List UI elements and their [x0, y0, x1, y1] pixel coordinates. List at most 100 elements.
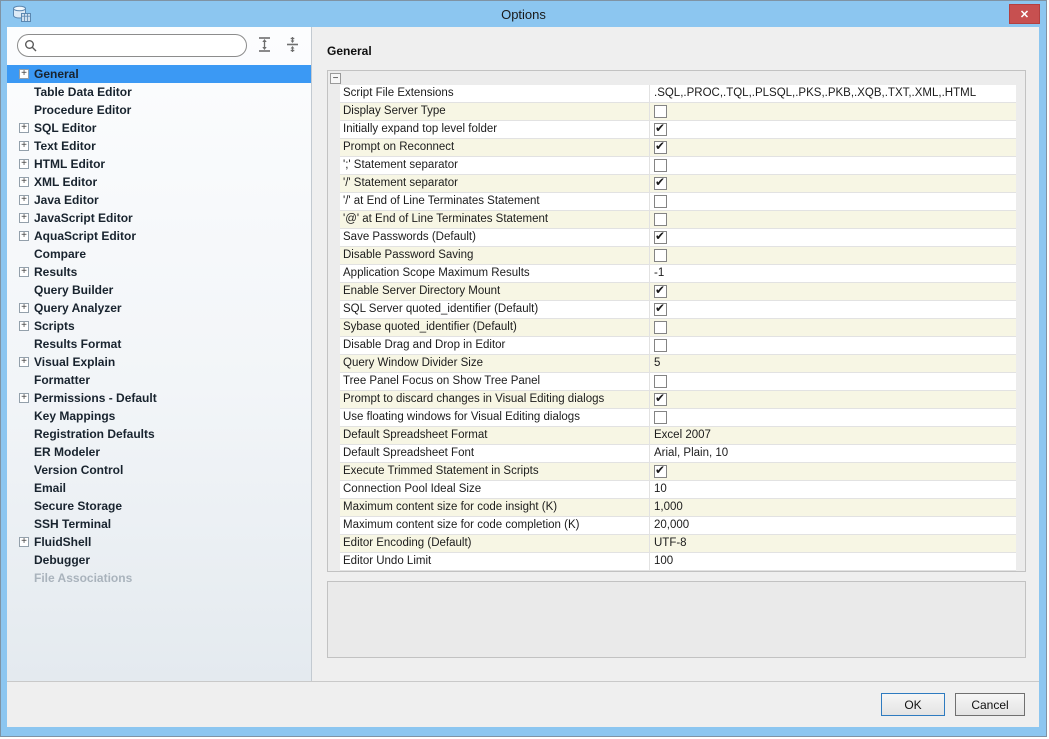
setting-checkbox[interactable]: [654, 213, 667, 226]
setting-checkbox[interactable]: ✔: [654, 285, 667, 298]
setting-checkbox[interactable]: ✔: [654, 123, 667, 136]
expand-icon[interactable]: +: [19, 267, 29, 277]
sidebar-item[interactable]: Registration Defaults: [7, 425, 311, 443]
sidebar-item[interactable]: + Visual Explain: [7, 353, 311, 371]
setting-row: Script File Extensions .SQL,.PROC,.TQL,.…: [340, 85, 1016, 103]
sidebar-item-label: Permissions - Default: [34, 391, 157, 405]
setting-value: [650, 409, 1016, 426]
sidebar-item-label: FluidShell: [34, 535, 91, 549]
expand-icon[interactable]: +: [19, 195, 29, 205]
setting-checkbox[interactable]: [654, 321, 667, 334]
setting-value[interactable]: Excel 2007: [650, 427, 1016, 444]
setting-checkbox[interactable]: [654, 249, 667, 262]
setting-checkbox[interactable]: ✔: [654, 393, 667, 406]
expand-icon[interactable]: +: [19, 141, 29, 151]
expand-icon[interactable]: +: [19, 177, 29, 187]
setting-value: [650, 103, 1016, 120]
setting-value[interactable]: UTF-8: [650, 535, 1016, 552]
setting-value[interactable]: 10: [650, 481, 1016, 498]
sidebar-item[interactable]: + SQL Editor: [7, 119, 311, 137]
sidebar-item[interactable]: + Results: [7, 263, 311, 281]
search-box[interactable]: [17, 34, 247, 57]
setting-checkbox[interactable]: [654, 195, 667, 208]
sidebar-item[interactable]: Results Format: [7, 335, 311, 353]
sidebar-item[interactable]: Compare: [7, 245, 311, 263]
expand-icon[interactable]: +: [19, 321, 29, 331]
setting-value[interactable]: 100: [650, 553, 1016, 570]
expand-icon[interactable]: +: [19, 357, 29, 367]
sidebar-item[interactable]: + FluidShell: [7, 533, 311, 551]
expand-icon[interactable]: +: [19, 159, 29, 169]
setting-value[interactable]: 20,000: [650, 517, 1016, 534]
setting-checkbox[interactable]: ✔: [654, 303, 667, 316]
sidebar-item[interactable]: File Associations: [7, 569, 311, 587]
sidebar-item[interactable]: + Text Editor: [7, 137, 311, 155]
setting-value[interactable]: 5: [650, 355, 1016, 372]
setting-checkbox[interactable]: ✔: [654, 177, 667, 190]
search-row: [7, 27, 311, 62]
sidebar-item[interactable]: Table Data Editor: [7, 83, 311, 101]
close-button[interactable]: ✕: [1009, 4, 1040, 24]
app-icon: [12, 5, 32, 23]
expand-icon[interactable]: +: [19, 123, 29, 133]
setting-checkbox[interactable]: [654, 159, 667, 172]
sidebar-item-label: SSH Terminal: [34, 517, 111, 531]
setting-row: Use floating windows for Visual Editing …: [340, 409, 1016, 427]
setting-value: ✔: [650, 283, 1016, 300]
setting-checkbox[interactable]: [654, 411, 667, 424]
sidebar-item[interactable]: + AquaScript Editor: [7, 227, 311, 245]
setting-row: Sybase quoted_identifier (Default): [340, 319, 1016, 337]
setting-checkbox[interactable]: ✔: [654, 465, 667, 478]
sidebar-item-label: Compare: [34, 247, 86, 261]
sidebar-item[interactable]: + General: [7, 65, 311, 83]
collapse-section-button[interactable]: −: [330, 73, 341, 84]
sidebar-item[interactable]: Procedure Editor: [7, 101, 311, 119]
setting-value[interactable]: .SQL,.PROC,.TQL,.PLSQL,.PKS,.PKB,.XQB,.T…: [650, 85, 1016, 102]
expand-icon[interactable]: +: [19, 393, 29, 403]
expand-icon[interactable]: +: [19, 537, 29, 547]
sidebar-item[interactable]: ER Modeler: [7, 443, 311, 461]
sidebar-item[interactable]: + Scripts: [7, 317, 311, 335]
setting-row: Prompt on Reconnect ✔: [340, 139, 1016, 157]
sidebar-item[interactable]: + JavaScript Editor: [7, 209, 311, 227]
sidebar-item[interactable]: Email: [7, 479, 311, 497]
sidebar-item[interactable]: Debugger: [7, 551, 311, 569]
titlebar: Options ✕: [1, 1, 1046, 27]
sidebar-item[interactable]: + Permissions - Default: [7, 389, 311, 407]
setting-value[interactable]: Arial, Plain, 10: [650, 445, 1016, 462]
setting-value[interactable]: -1: [650, 265, 1016, 282]
setting-label: Default Spreadsheet Format: [340, 427, 650, 444]
sidebar-item[interactable]: Secure Storage: [7, 497, 311, 515]
expand-icon[interactable]: +: [19, 231, 29, 241]
ok-button[interactable]: OK: [881, 693, 945, 716]
sidebar-item[interactable]: + XML Editor: [7, 173, 311, 191]
options-window: Options ✕: [0, 0, 1047, 737]
sidebar-item-label: Email: [34, 481, 66, 495]
setting-checkbox[interactable]: [654, 375, 667, 388]
expand-all-button[interactable]: [253, 35, 275, 57]
setting-checkbox[interactable]: ✔: [654, 141, 667, 154]
setting-checkbox[interactable]: [654, 105, 667, 118]
setting-checkbox[interactable]: [654, 339, 667, 352]
cancel-button[interactable]: Cancel: [955, 693, 1025, 716]
collapse-all-button[interactable]: [281, 35, 303, 57]
check-icon: ✔: [655, 139, 665, 155]
sidebar-item[interactable]: Key Mappings: [7, 407, 311, 425]
sidebar-item[interactable]: + Query Analyzer: [7, 299, 311, 317]
sidebar-item[interactable]: + Java Editor: [7, 191, 311, 209]
sidebar-item[interactable]: Query Builder: [7, 281, 311, 299]
setting-value[interactable]: 1,000: [650, 499, 1016, 516]
setting-checkbox[interactable]: ✔: [654, 231, 667, 244]
expand-icon[interactable]: +: [19, 213, 29, 223]
setting-row: Enable Server Directory Mount ✔: [340, 283, 1016, 301]
setting-label: Maximum content size for code completion…: [340, 517, 650, 534]
sidebar-item[interactable]: Version Control: [7, 461, 311, 479]
expand-icon[interactable]: +: [19, 303, 29, 313]
sidebar-item[interactable]: SSH Terminal: [7, 515, 311, 533]
sidebar-item[interactable]: Formatter: [7, 371, 311, 389]
expand-icon[interactable]: +: [19, 69, 29, 79]
setting-label: '/' Statement separator: [340, 175, 650, 192]
setting-value: ✔: [650, 301, 1016, 318]
search-input[interactable]: [38, 37, 246, 55]
sidebar-item[interactable]: + HTML Editor: [7, 155, 311, 173]
